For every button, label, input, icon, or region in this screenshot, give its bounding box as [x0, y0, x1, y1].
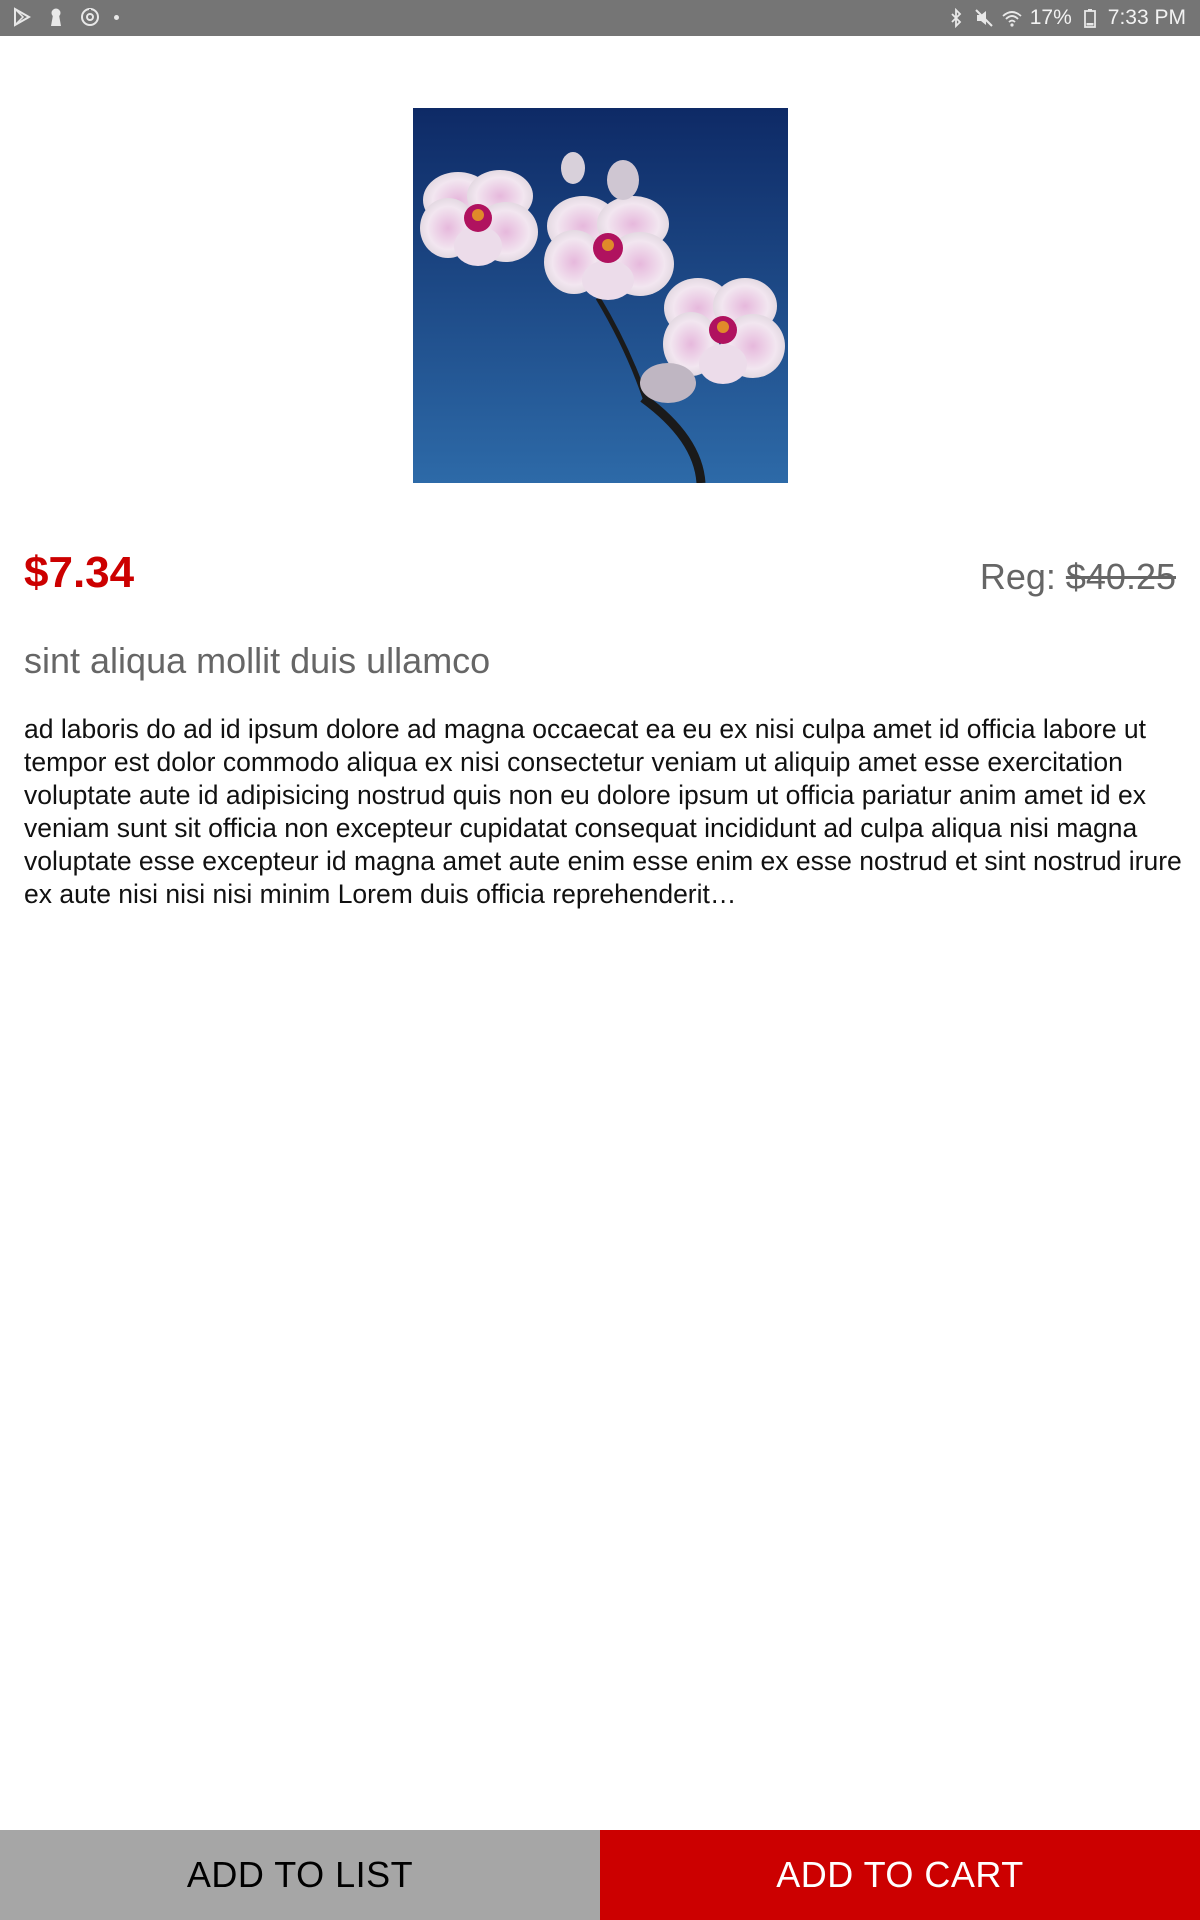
keyhole-icon: [46, 7, 66, 27]
bluetooth-icon: [946, 8, 966, 28]
reg-price-value: $40.25: [1065, 556, 1176, 597]
status-bar-left: [12, 7, 119, 27]
play-store-icon: [12, 7, 32, 27]
status-bar: 17% 7:33 PM: [0, 0, 1200, 36]
product-image: [413, 108, 788, 483]
dot-icon: [114, 14, 119, 20]
add-to-list-button[interactable]: ADD TO LIST: [0, 1830, 600, 1920]
add-to-cart-button[interactable]: ADD TO CART: [600, 1830, 1200, 1920]
status-bar-right: 17% 7:33 PM: [946, 6, 1186, 30]
reg-label: Reg:: [979, 556, 1056, 597]
mute-icon: [974, 8, 994, 28]
sale-price: $7.34: [24, 548, 135, 597]
regular-price: Reg: $40.25: [980, 556, 1176, 598]
orchid-photo: [413, 108, 788, 483]
sync-icon: [80, 7, 100, 27]
product-description: ad laboris do ad id ipsum dolore ad magn…: [24, 714, 1182, 909]
wifi-icon: [1002, 8, 1022, 28]
battery-percent: 17%: [1029, 6, 1072, 29]
battery-icon: [1080, 8, 1100, 28]
status-time: 7:33 PM: [1107, 6, 1186, 29]
bottom-action-bar: ADD TO LIST ADD TO CART: [0, 1830, 1200, 1920]
product-title: sint aliqua mollit duis ullamco: [24, 640, 491, 681]
